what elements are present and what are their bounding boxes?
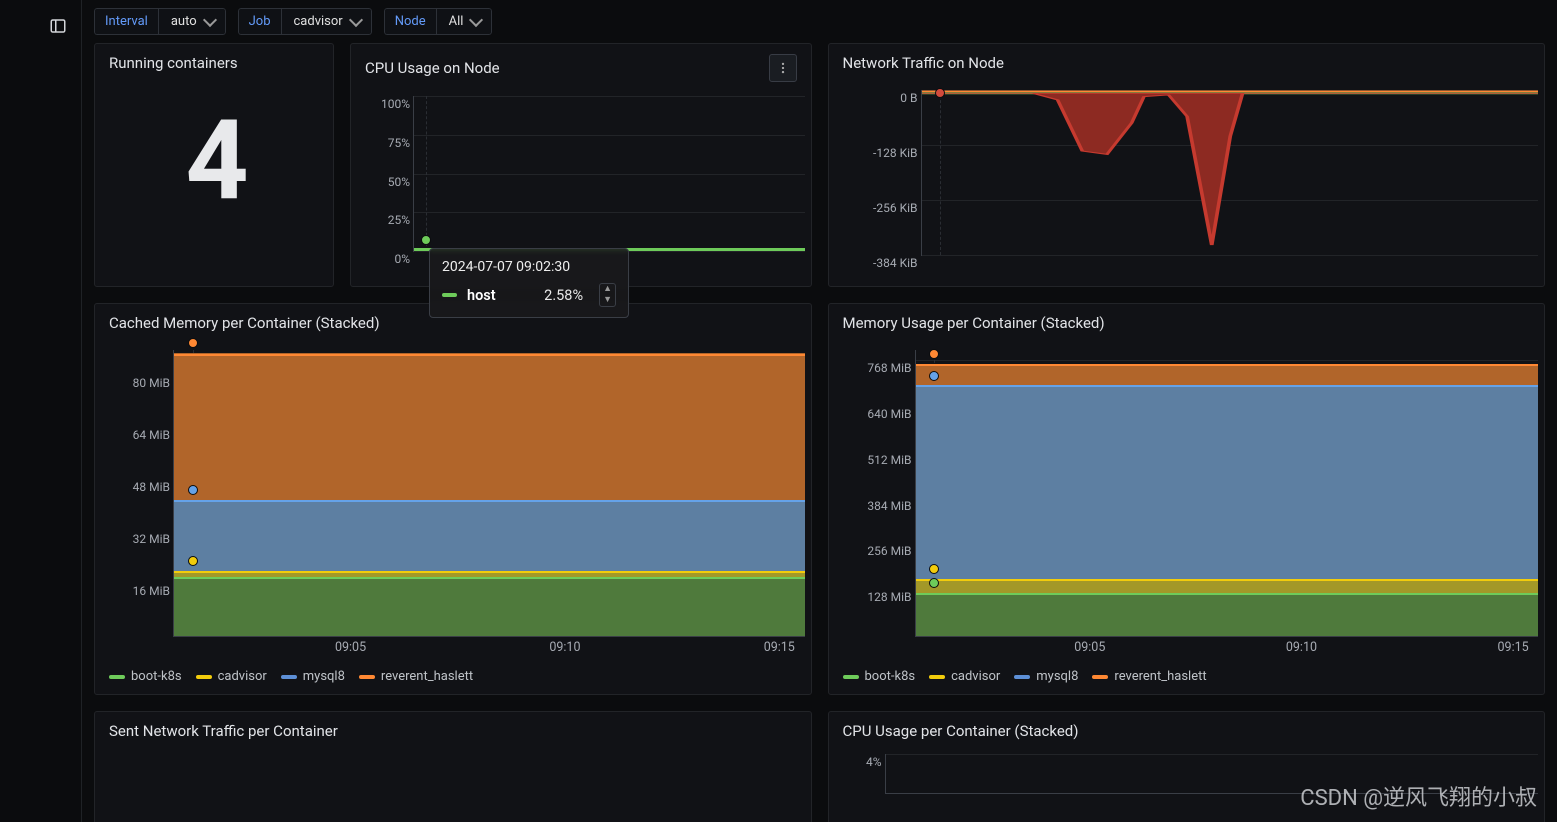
chevron-down-icon [203,13,217,27]
panel-title: Network Traffic on Node [843,54,1004,72]
tooltip-series: host [467,287,534,304]
interval-select[interactable]: auto [158,8,226,35]
panel-title: Sent Network Traffic per Container [109,722,338,740]
panel-network-node: Network Traffic on Node 0 B -128 KiB -25… [828,43,1546,287]
legend-item[interactable]: cadvisor [196,669,267,684]
job-value: cadvisor [294,14,343,29]
panel-menu-button[interactable] [769,54,797,82]
interval-value: auto [171,14,197,29]
left-sidebar [0,0,82,822]
node-select[interactable]: All [436,8,493,35]
chevron-down-icon [469,13,483,27]
sidebar-toggle-icon[interactable] [40,10,76,42]
legend-item[interactable]: boot-k8s [843,669,916,684]
interval-label: Interval [94,8,158,35]
tooltip-timestamp: 2024-07-07 09:02:30 [442,259,616,275]
panel-cpu-container: CPU Usage per Container (Stacked) 4% [828,711,1546,822]
panel-cpu-node: CPU Usage on Node 100% 75% 50% 25 [350,43,812,287]
job-select[interactable]: cadvisor [281,8,372,35]
cpu-container-plot[interactable]: 4% [885,754,1539,794]
panel-title: CPU Usage per Container (Stacked) [843,722,1079,740]
legend-item[interactable]: cadvisor [929,669,1000,684]
node-label: Node [384,8,436,35]
panel-sent-network: Sent Network Traffic per Container [94,711,812,822]
job-label: Job [238,8,281,35]
legend-item[interactable]: boot-k8s [109,669,182,684]
cpu-node-marker [421,235,431,245]
panel-running-containers: Running containers 4 [94,43,334,287]
legend-item[interactable]: reverent_haslett [1092,669,1206,684]
cpu-node-plot[interactable]: 100% 75% 50% 25% 0% [413,96,805,252]
chevron-down-icon [349,13,363,27]
hover-tooltip: 2024-07-07 09:02:30 host 2.58% ▲▼ [429,248,629,318]
legend: boot-k8s cadvisor mysql8 reverent_haslet… [95,667,811,694]
panel-title: Cached Memory per Container (Stacked) [109,314,380,332]
legend-item[interactable]: mysql8 [281,669,345,684]
legend-item[interactable]: reverent_haslett [359,669,473,684]
panel-cached-memory: Cached Memory per Container (Stacked) 16… [94,303,812,695]
legend-item[interactable]: mysql8 [1014,669,1078,684]
panel-memory-usage: Memory Usage per Container (Stacked) 128… [828,303,1546,695]
panel-title: CPU Usage on Node [365,59,500,77]
tooltip-sort[interactable]: ▲▼ [599,283,616,307]
panel-title: Memory Usage per Container (Stacked) [843,314,1105,332]
tooltip-value: 2.58% [544,287,583,304]
cached-memory-plot[interactable]: 16 MiB 32 MiB 48 MiB 64 MiB 80 MiB [173,350,805,637]
panel-title: Running containers [109,54,238,72]
running-containers-value: 4 [101,96,327,225]
node-value: All [449,14,464,29]
variables-toolbar: Interval auto Job cadvisor Node All [82,0,1557,43]
memory-usage-plot[interactable]: 128 MiB 256 MiB 384 MiB 512 MiB 640 MiB … [915,350,1539,637]
legend: boot-k8s cadvisor mysql8 reverent_haslet… [829,667,1545,694]
network-node-plot[interactable]: 0 B -128 KiB -256 KiB -384 KiB [921,90,1539,256]
